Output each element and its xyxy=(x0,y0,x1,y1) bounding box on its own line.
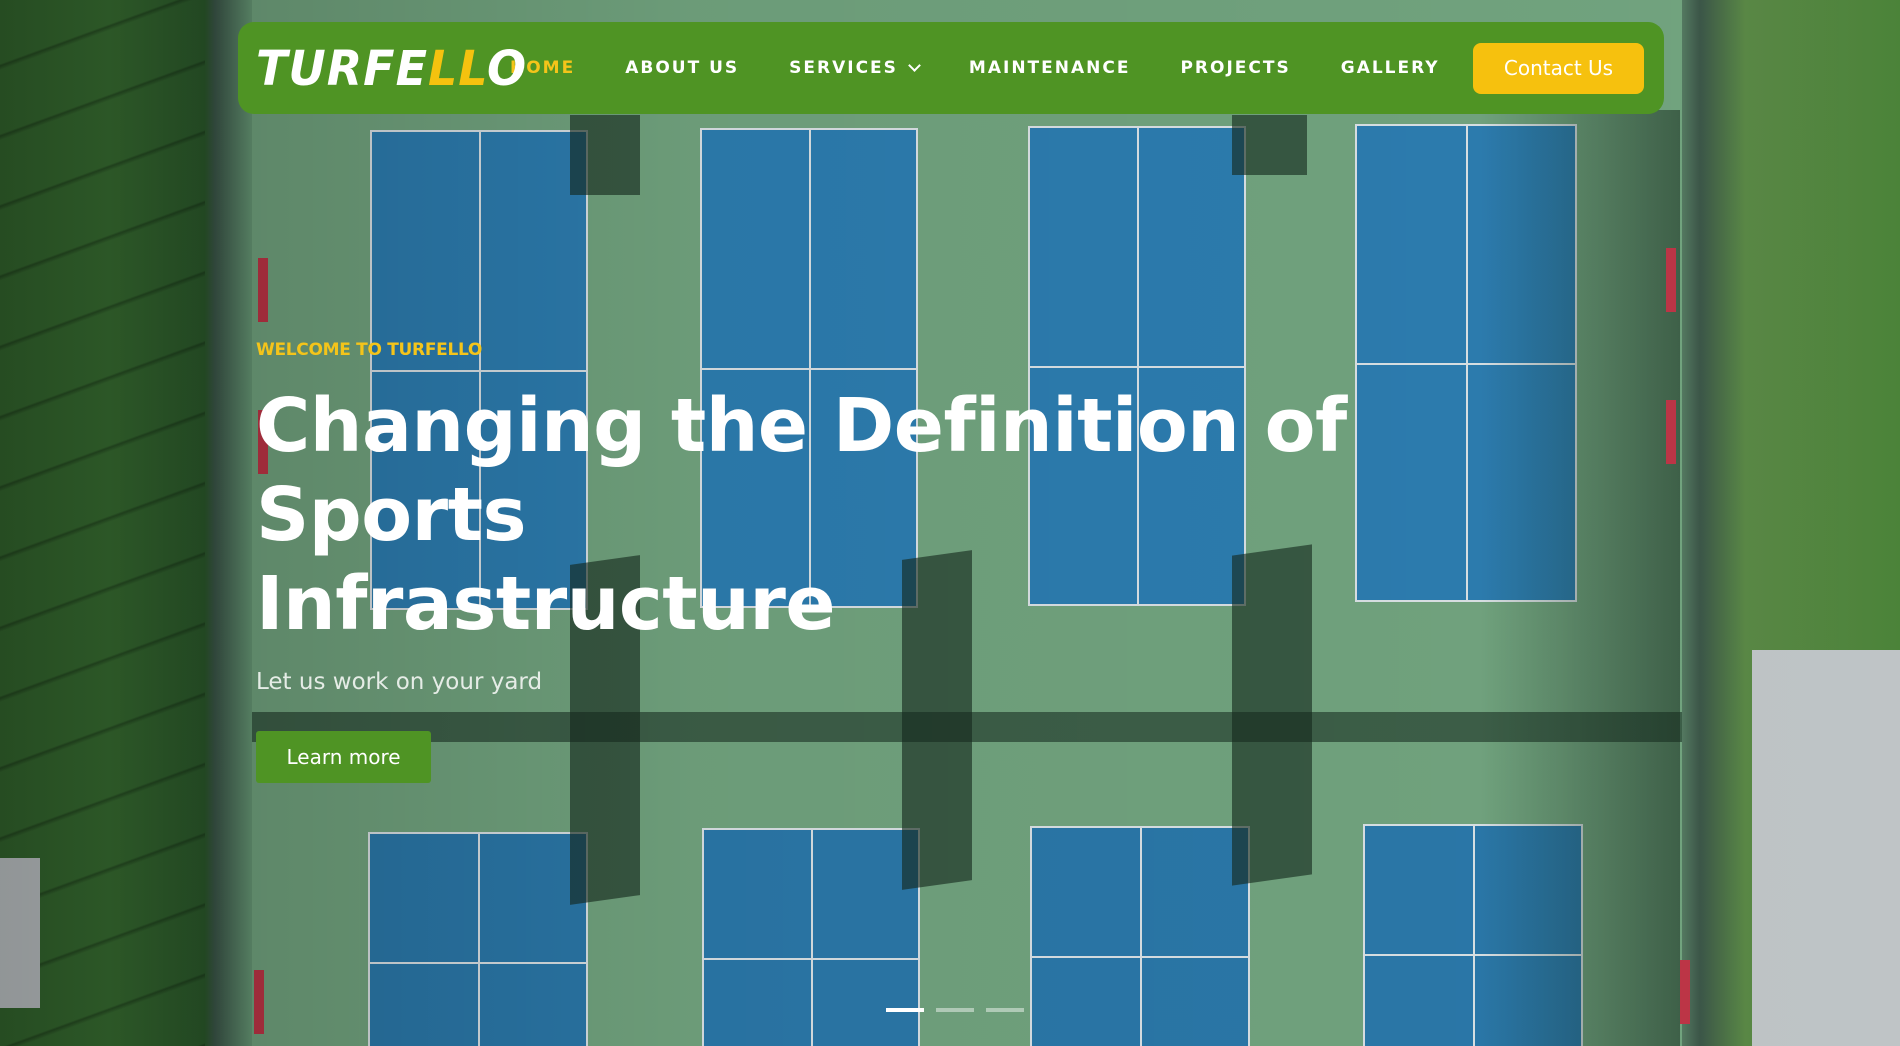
hero-headline: Changing the Definition of Sports Infras… xyxy=(256,382,1556,649)
slider-dot-2[interactable] xyxy=(936,1008,974,1012)
chevron-down-icon[interactable] xyxy=(908,59,921,72)
hero-headline-line2: Infrastructure xyxy=(256,561,836,647)
nav-links: HOME ABOUT US SERVICES MAINTENANCE PROJE… xyxy=(510,58,1440,78)
nav-item-projects[interactable]: PROJECTS xyxy=(1180,58,1290,78)
main-navbar: TURFELLO HOME ABOUT US SERVICES MAINTENA… xyxy=(238,22,1664,114)
nav-item-about-us[interactable]: ABOUT US xyxy=(625,58,739,78)
hero-eyebrow: WELCOME TO TURFELLO xyxy=(256,340,483,360)
nav-item-gallery[interactable]: GALLERY xyxy=(1341,58,1440,78)
slider-dot-1[interactable] xyxy=(886,1008,924,1012)
slider-pagination xyxy=(886,1008,1024,1012)
hero-subline: Let us work on your yard xyxy=(256,669,543,695)
nav-link-projects[interactable]: PROJECTS xyxy=(1180,58,1290,78)
hero-headline-line1: Changing the Definition of Sports xyxy=(256,383,1347,558)
logo-text-accent: LL xyxy=(428,39,487,97)
hero-section: WELCOME TO TURFELLO Changing the Definit… xyxy=(256,340,1556,783)
nav-item-maintenance[interactable]: MAINTENANCE xyxy=(969,58,1131,78)
slider-dot-3[interactable] xyxy=(986,1008,1024,1012)
nav-link-about-us[interactable]: ABOUT US xyxy=(625,58,739,78)
turfello-logo[interactable]: TURFELLO xyxy=(256,44,526,92)
logo-text-main: TURFE xyxy=(256,39,428,97)
logo-text-end: O xyxy=(486,39,528,97)
nav-item-services[interactable]: SERVICES xyxy=(789,58,921,78)
nav-link-services[interactable]: SERVICES xyxy=(789,58,898,78)
learn-more-button[interactable]: Learn more xyxy=(256,731,431,783)
nav-link-gallery[interactable]: GALLERY xyxy=(1341,58,1440,78)
nav-link-maintenance[interactable]: MAINTENANCE xyxy=(969,58,1131,78)
contact-us-button[interactable]: Contact Us xyxy=(1473,42,1644,94)
